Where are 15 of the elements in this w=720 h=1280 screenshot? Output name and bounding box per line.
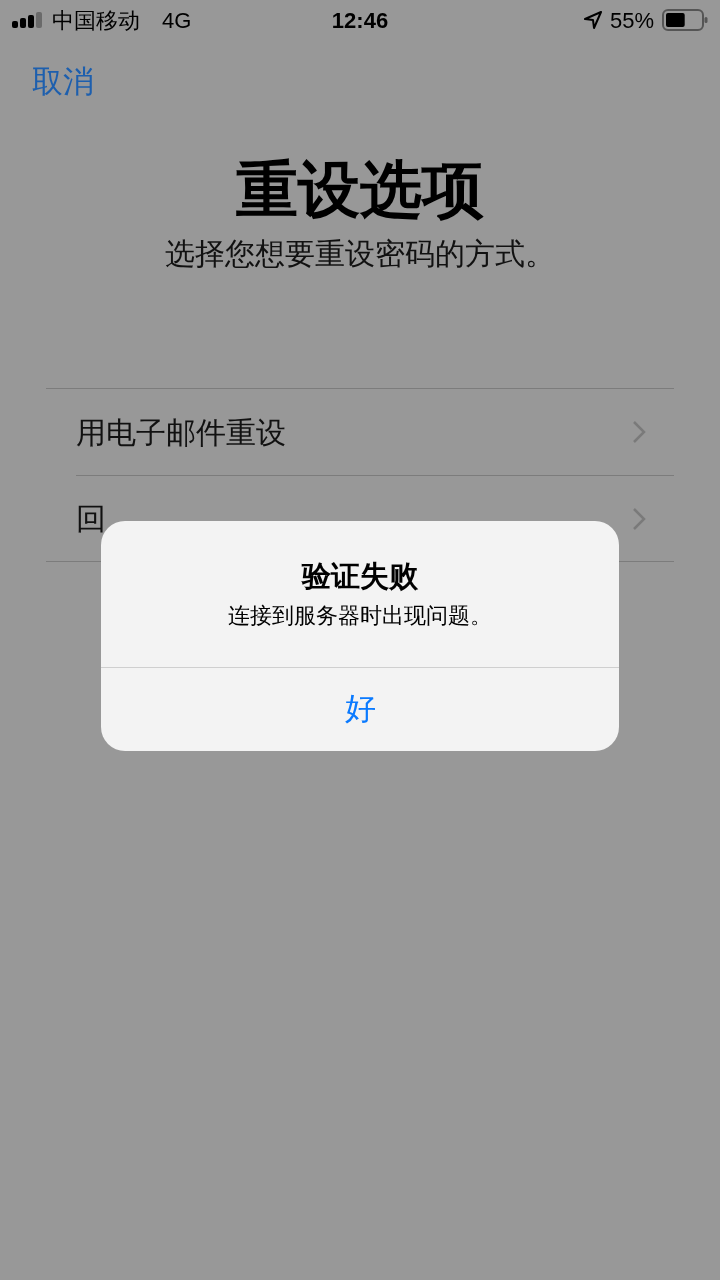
location-arrow-icon <box>583 11 602 29</box>
page-subtitle: 选择您想要重设密码的方式。 <box>164 236 556 272</box>
clock: 12:46 <box>331 6 389 35</box>
reset-option[interactable]: 用电子邮件重设 <box>76 389 674 475</box>
page-title: 重设选项 <box>235 154 485 226</box>
signal-icon <box>12 12 44 28</box>
ok-button[interactable]: 好 <box>101 667 619 751</box>
alert-title: 验证失败 <box>302 559 418 594</box>
network-type: 4G <box>162 6 192 35</box>
chevron-right-icon <box>632 420 646 444</box>
battery-percent: 55% <box>609 6 654 35</box>
chevron-right-icon <box>632 506 646 531</box>
carrier-name: 中国移动 <box>52 6 140 35</box>
battery-icon <box>662 9 708 31</box>
alert-message: 连接到服务器时出现问题。 <box>228 602 492 630</box>
